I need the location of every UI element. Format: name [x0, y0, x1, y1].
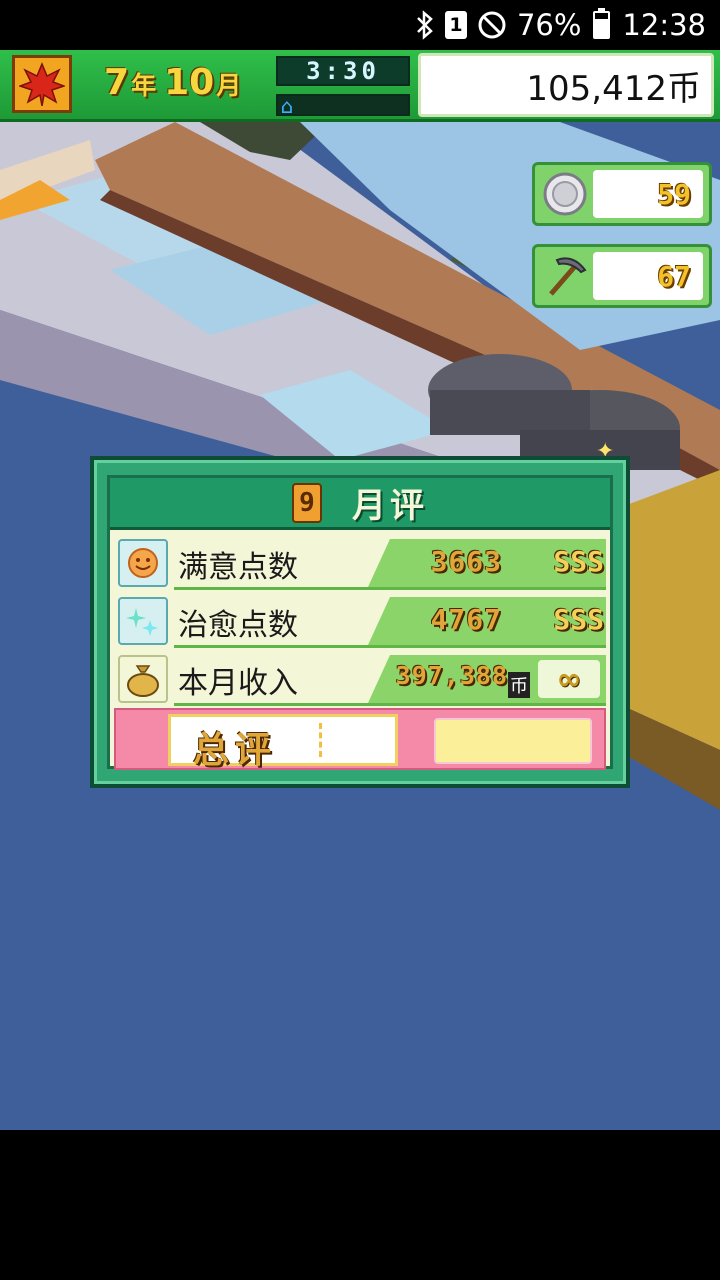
dialog-body: 9 月评 满意点数 3663 SSS 治愈点数 4767 SSS 本月收入 39… — [107, 475, 613, 771]
screen: ✦ 1 76% 12:38 7 年 10 月 3:30 ⌂ 105,412币 5… — [0, 0, 720, 1280]
row-value: 3663 — [430, 545, 502, 578]
total-divider — [319, 723, 322, 757]
row-underline — [174, 587, 606, 590]
do-not-disturb-icon — [477, 10, 507, 40]
row-value: 4767 — [430, 603, 502, 636]
game-date: 7 年 10 月 — [104, 62, 247, 108]
day-progress-bar: ⌂ — [276, 94, 410, 118]
year-unit: 年 — [131, 71, 157, 100]
row-label: 本月收入 — [178, 666, 298, 701]
row-grade: SSS — [553, 603, 604, 636]
dialog-header: 9 月评 — [110, 478, 610, 530]
house-icon: ⌂ — [280, 94, 294, 118]
smiley-face-icon — [118, 539, 168, 587]
autumn-maple-leaf-icon[interactable] — [12, 55, 72, 113]
total-evaluation-row: 总评 — [114, 708, 606, 771]
sim-icon: 1 — [444, 11, 467, 39]
total-label: 总评 — [193, 730, 278, 771]
money-display: 105,412币 — [418, 53, 714, 117]
satisfaction-row: 满意点数 3663 SSS — [114, 536, 606, 590]
row-label: 治愈点数 — [178, 608, 298, 643]
battery-percent: 76% — [516, 8, 582, 42]
sparkle-icon — [118, 597, 168, 645]
research-counter[interactable]: 67 — [532, 244, 712, 308]
currency-mark: 币 — [508, 672, 530, 698]
row-grade: ∞ — [538, 660, 600, 698]
row-label: 满意点数 — [178, 550, 298, 585]
income-row: 本月收入 397,388 币 ∞ — [114, 652, 606, 706]
row-underline — [174, 703, 606, 706]
money-bag-icon — [118, 655, 168, 703]
medal-count: 59 — [593, 170, 703, 218]
total-label-box: 总评 — [168, 714, 398, 771]
month-unit: 月 — [216, 71, 242, 100]
status-time: 12:38 — [622, 8, 706, 42]
dialog-title: 月评 — [352, 486, 428, 526]
pickaxe-icon — [539, 251, 591, 301]
battery-fill — [595, 18, 609, 37]
row-value: 397,388 — [395, 661, 508, 690]
bluetooth-icon — [415, 10, 435, 40]
year-value: 7 — [104, 62, 130, 103]
month-value: 10 — [164, 62, 215, 103]
research-count: 67 — [593, 252, 703, 300]
monthly-evaluation-dialog[interactable]: 9 月评 满意点数 3663 SSS 治愈点数 4767 SSS 本月收入 39… — [90, 456, 630, 788]
status-bar: 1 76% 12:38 — [0, 0, 720, 50]
row-grade: SSS — [553, 545, 604, 578]
silver-medal-icon — [539, 169, 591, 219]
game-clock: 3:30 — [276, 56, 410, 86]
medal-counter[interactable]: 59 — [532, 162, 712, 226]
battery-icon — [593, 8, 611, 39]
healing-row: 治愈点数 4767 SSS — [114, 594, 606, 648]
total-grade — [434, 718, 592, 764]
row-underline — [174, 645, 606, 648]
navigation-bar — [0, 1130, 720, 1280]
evaluation-month-badge: 9 — [292, 482, 322, 523]
